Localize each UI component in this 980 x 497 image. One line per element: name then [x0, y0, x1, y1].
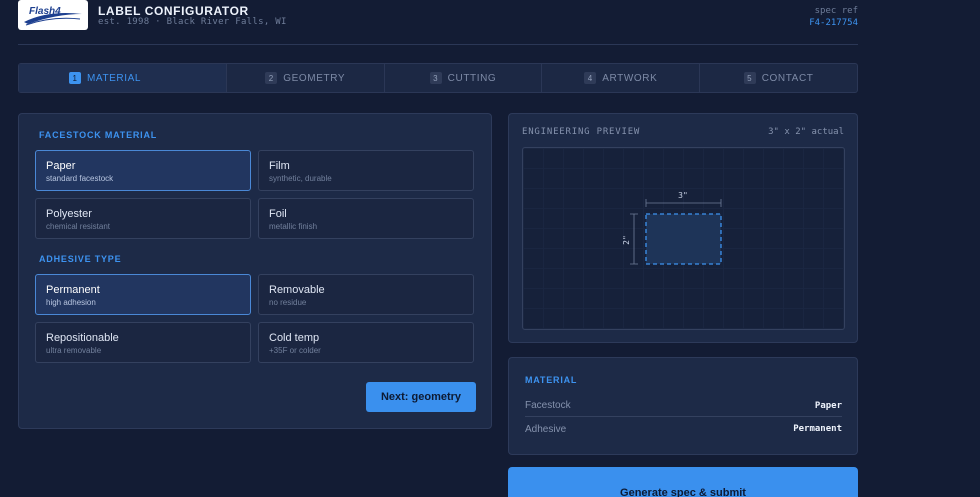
- adhesive-section-title: ADHESIVE TYPE: [39, 254, 122, 264]
- brand-logo[interactable]: Flash4: [18, 0, 88, 30]
- height-label: 2": [622, 235, 631, 245]
- option-name: Permanent: [46, 284, 100, 296]
- facestock-option-film[interactable]: Film synthetic, durable: [258, 150, 474, 191]
- facestock-option-polyester[interactable]: Polyester chemical resistant: [35, 198, 251, 239]
- step-number: 3: [429, 72, 442, 84]
- option-name: Repositionable: [46, 332, 119, 344]
- step-tabs: 1 MATERIAL 2 GEOMETRY 3 CUTTING 4 ARTWOR…: [18, 63, 858, 93]
- step-number: 4: [584, 72, 597, 84]
- step-number: 5: [743, 72, 756, 84]
- tab-artwork[interactable]: 4 ARTWORK: [542, 64, 701, 92]
- adhesive-option-repositionable[interactable]: Repositionable ultra removable: [35, 322, 251, 363]
- width-label: 3": [678, 191, 688, 200]
- step-number: 2: [265, 72, 278, 84]
- facestock-option-paper[interactable]: Paper standard facestock: [35, 150, 251, 191]
- option-desc: chemical resistant: [46, 222, 111, 231]
- summary-key: Adhesive: [525, 423, 567, 435]
- tab-geometry[interactable]: 2 GEOMETRY: [227, 64, 385, 92]
- option-name: Film: [269, 160, 290, 172]
- step-number: 1: [69, 72, 81, 84]
- summary-title: MATERIAL: [525, 375, 578, 385]
- generate-spec-submit-button[interactable]: Generate spec & submit: [508, 467, 858, 497]
- next-geometry-button[interactable]: Next: geometry: [366, 382, 476, 412]
- facestock-section-title: FACESTOCK MATERIAL: [39, 130, 158, 140]
- tab-contact[interactable]: 5 CONTACT: [700, 64, 857, 92]
- option-name: Cold temp: [269, 332, 320, 344]
- option-desc: +35F or colder: [269, 346, 321, 355]
- adhesive-option-cold-temp[interactable]: Cold temp +35F or colder: [258, 322, 474, 363]
- option-name: Polyester: [46, 208, 92, 220]
- material-panel: FACESTOCK MATERIAL Paper standard facest…: [18, 113, 492, 429]
- tab-cutting[interactable]: 3 CUTTING: [385, 64, 543, 92]
- material-summary-panel: MATERIAL Facestock Paper Adhesive Perman…: [508, 357, 858, 455]
- facestock-option-foil[interactable]: Foil metallic finish: [258, 198, 474, 239]
- option-desc: metallic finish: [269, 222, 318, 231]
- summary-row-facestock: Facestock Paper: [525, 395, 842, 417]
- option-desc: no residue: [269, 298, 307, 307]
- summary-row-adhesive: Adhesive Permanent: [525, 418, 842, 440]
- app-title: LABEL CONFIGURATOR: [98, 4, 249, 18]
- header: Flash4 LABEL CONFIGURATOR est. 1998 · Bl…: [18, 0, 858, 45]
- label-outline: [645, 213, 722, 265]
- option-desc: standard facestock: [46, 174, 114, 183]
- preview-size: 3" x 2" actual: [768, 127, 844, 137]
- step-label: GEOMETRY: [283, 72, 346, 84]
- summary-value: Permanent: [793, 424, 842, 434]
- engineering-preview-panel: ENGINEERING PREVIEW 3" x 2" actual 3" 2": [508, 113, 858, 343]
- option-name: Foil: [269, 208, 287, 220]
- step-label: MATERIAL: [87, 72, 142, 84]
- step-label: CONTACT: [761, 72, 814, 84]
- logo-mark-icon: Flash4: [24, 6, 82, 26]
- summary-value: Paper: [814, 400, 842, 411]
- spec-ref-value: F4-217754: [809, 18, 858, 28]
- tab-material[interactable]: 1 MATERIAL: [19, 64, 227, 92]
- option-desc: high adhesion: [46, 298, 96, 307]
- spec-ref-label: spec ref: [814, 6, 858, 16]
- adhesive-option-removable[interactable]: Removable no residue: [258, 274, 474, 315]
- option-name: Removable: [269, 284, 325, 296]
- app-subtitle: est. 1998 · Black River Falls, WI: [98, 17, 287, 27]
- option-desc: ultra removable: [46, 346, 102, 355]
- step-label: CUTTING: [447, 72, 497, 84]
- adhesive-option-permanent[interactable]: Permanent high adhesion: [35, 274, 251, 315]
- spec-ref: spec ref F4-217754: [809, 5, 858, 29]
- option-name: Paper: [46, 160, 76, 172]
- step-label: ARTWORK: [602, 72, 658, 84]
- logo-text: Flash4: [29, 6, 61, 17]
- summary-key: Facestock: [525, 400, 571, 411]
- label-dimension-drawing: 3" 2": [622, 191, 722, 265]
- option-desc: synthetic, durable: [269, 174, 332, 183]
- preview-canvas: 3" 2": [522, 147, 845, 330]
- preview-title: ENGINEERING PREVIEW: [522, 127, 641, 137]
